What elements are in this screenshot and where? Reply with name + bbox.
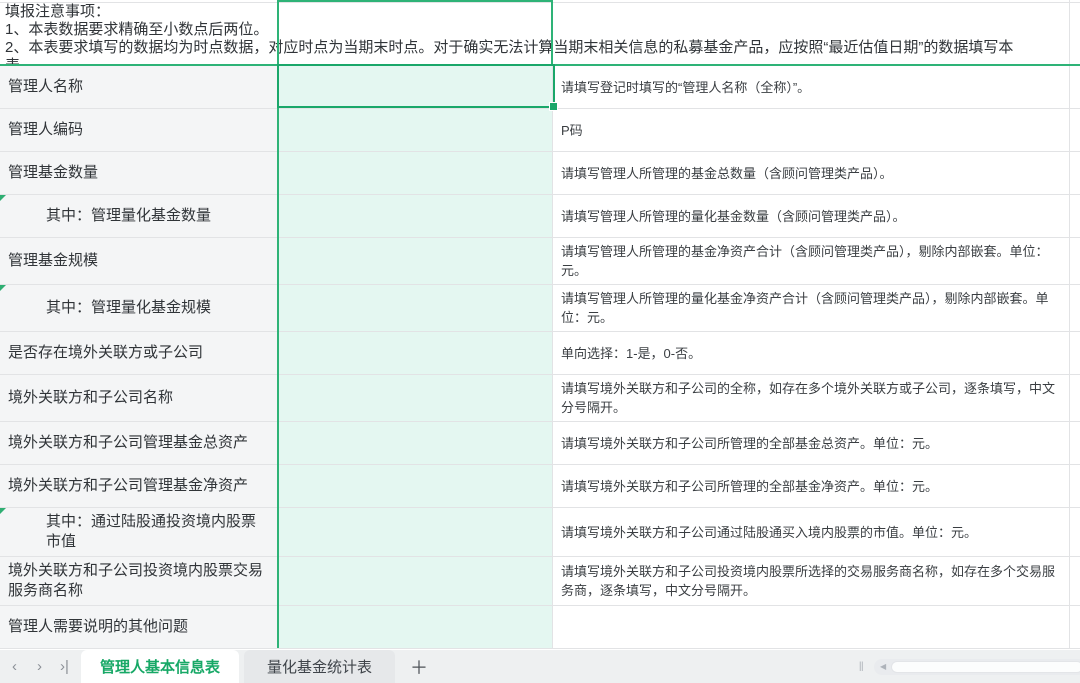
scrollbar-area: ‖ ◀ bbox=[859, 650, 1080, 683]
active-cell-border[interactable] bbox=[277, 64, 555, 108]
notes-line: 1、本表数据要求精确至小数点后两位。 bbox=[5, 21, 1080, 39]
overflow-cell bbox=[1070, 557, 1080, 605]
table-row: 境外关联方和子公司名称 请填写境外关联方和子公司的全称，如存在多个境外关联方或子公… bbox=[0, 375, 1080, 422]
sheet-tab-bar: ‹ › ›| 管理人基本信息表 量化基金统计表 ＋ ‖ ◀ bbox=[0, 650, 1080, 683]
notes-line: 2、本表要求填写的数据均为时点数据，对应时点为当期末时点。对于确实无法计算当期末… bbox=[5, 39, 1080, 57]
table-row: 管理基金规模 请填写管理人所管理的基金净资产合计（含顾问管理类产品），剔除内部嵌套… bbox=[0, 238, 1080, 285]
desc-cell[interactable]: 请填写管理人所管理的基金总数量（含顾问管理类产品）。 bbox=[553, 152, 1070, 194]
table-row: 其中：管理量化基金数量 请填写管理人所管理的量化基金数量（含顾问管理类产品）。 bbox=[0, 195, 1080, 238]
desc-cell[interactable]: 请填写管理人所管理的基金净资产合计（含顾问管理类产品），剔除内部嵌套。单位：元。 bbox=[553, 238, 1070, 284]
sheet-nav: ‹ › ›| bbox=[0, 650, 81, 683]
value-cell[interactable] bbox=[278, 465, 553, 507]
value-cell[interactable] bbox=[278, 152, 553, 194]
label-cell[interactable]: 其中：通过陆股通投资境内股票市值 bbox=[0, 508, 278, 556]
value-cell[interactable] bbox=[278, 422, 553, 464]
desc-cell[interactable]: 请填写登记时填写的“管理人名称（全称）”。 bbox=[553, 66, 1070, 108]
table-row: 境外关联方和子公司管理基金总资产 请填写境外关联方和子公司所管理的全部基金总资产。… bbox=[0, 422, 1080, 465]
sheet-grid: 填报注意事项：1、本表数据要求精确至小数点后两位。2、本表要求填写的数据均为时点… bbox=[0, 0, 1080, 650]
label-cell[interactable]: 管理人编码 bbox=[0, 109, 278, 151]
column-gridline bbox=[1069, 0, 1070, 66]
overflow-cell bbox=[1070, 375, 1080, 421]
value-cell[interactable] bbox=[278, 238, 553, 284]
overflow-cell bbox=[1070, 465, 1080, 507]
horizontal-scrollbar[interactable]: ◀ bbox=[874, 659, 1080, 675]
scroll-left-icon[interactable]: ◀ bbox=[880, 662, 886, 671]
corner-marker-icon bbox=[0, 285, 6, 291]
tab-resizer-icon[interactable]: ‖ bbox=[859, 659, 865, 674]
overflow-cell bbox=[1070, 285, 1080, 331]
corner-marker-icon bbox=[0, 195, 6, 201]
label-cell[interactable]: 境外关联方和子公司管理基金净资产 bbox=[0, 465, 278, 507]
value-cell[interactable] bbox=[278, 375, 553, 421]
label-cell[interactable]: 管理人需要说明的其他问题 bbox=[0, 606, 278, 648]
table-row: 其中：管理量化基金规模 请填写管理人所管理的量化基金净资产合计（含顾问管理类产品）… bbox=[0, 285, 1080, 332]
tab-manager-basic-info[interactable]: 管理人基本信息表 bbox=[81, 650, 239, 683]
table-rows: 管理人名称请填写登记时填写的“管理人名称（全称）”。管理人编码P码管理基金数量请… bbox=[0, 66, 1080, 649]
add-sheet-icon[interactable]: ＋ bbox=[395, 650, 443, 683]
value-cell[interactable] bbox=[278, 557, 553, 605]
table-row: 境外关联方和子公司管理基金净资产 请填写境外关联方和子公司所管理的全部基金净资产。… bbox=[0, 465, 1080, 508]
overflow-cell bbox=[1070, 109, 1080, 151]
corner-marker-icon bbox=[0, 508, 6, 514]
label-cell[interactable]: 管理基金数量 bbox=[0, 152, 278, 194]
scrollbar-thumb[interactable] bbox=[891, 661, 1080, 673]
value-cell[interactable] bbox=[278, 109, 553, 151]
label-cell[interactable]: 是否存在境外关联方或子公司 bbox=[0, 332, 278, 374]
selection-outline-right bbox=[551, 0, 553, 66]
desc-cell[interactable]: 请填写境外关联方和子公司的全称，如存在多个境外关联方或子公司，逐条填写，中文分号… bbox=[553, 375, 1070, 421]
label-cell[interactable]: 管理人名称 bbox=[0, 66, 278, 108]
table-row: 是否存在境外关联方或子公司 单向选择：1-是，0-否。 bbox=[0, 332, 1080, 375]
table-row: 境外关联方和子公司投资境内股票交易服务商名称 请填写境外关联方和子公司投资境内股票… bbox=[0, 557, 1080, 606]
value-cell[interactable] bbox=[278, 195, 553, 237]
label-cell[interactable]: 境外关联方和子公司投资境内股票交易服务商名称 bbox=[0, 557, 278, 605]
desc-cell[interactable] bbox=[553, 606, 1070, 648]
value-cell[interactable] bbox=[278, 606, 553, 648]
overflow-cell bbox=[1070, 238, 1080, 284]
desc-cell[interactable]: 请填写管理人所管理的量化基金数量（含顾问管理类产品）。 bbox=[553, 195, 1070, 237]
notes-cell[interactable]: 填报注意事项：1、本表数据要求精确至小数点后两位。2、本表要求填写的数据均为时点… bbox=[0, 0, 1080, 66]
table-row: 管理人编码 P码 bbox=[0, 109, 1080, 152]
overflow-cell bbox=[1070, 606, 1080, 648]
overflow-cell bbox=[1070, 152, 1080, 194]
overflow-cell bbox=[1070, 508, 1080, 556]
row-gridline bbox=[0, 2, 1080, 3]
prev-sheet-icon[interactable]: ‹ bbox=[2, 650, 27, 683]
table-row: 其中：通过陆股通投资境内股票市值 请填写境外关联方和子公司通过陆股通买入境内股票的… bbox=[0, 508, 1080, 557]
value-cell[interactable] bbox=[278, 285, 553, 331]
overflow-cell bbox=[1070, 195, 1080, 237]
next-sheet-icon[interactable]: › bbox=[27, 650, 52, 683]
last-sheet-icon[interactable]: ›| bbox=[52, 650, 77, 683]
label-cell[interactable]: 境外关联方和子公司名称 bbox=[0, 375, 278, 421]
table-row: 管理人需要说明的其他问题 bbox=[0, 606, 1080, 649]
value-cell[interactable] bbox=[278, 508, 553, 556]
overflow-cell bbox=[1070, 422, 1080, 464]
selection-outline-top bbox=[277, 0, 553, 2]
tab-quant-fund-stats[interactable]: 量化基金统计表 bbox=[244, 650, 395, 683]
value-cell[interactable] bbox=[278, 332, 553, 374]
fill-handle[interactable] bbox=[549, 102, 558, 111]
desc-cell[interactable]: 请填写境外关联方和子公司通过陆股通买入境内股票的市值。单位：元。 bbox=[553, 508, 1070, 556]
desc-cell[interactable]: 请填写境外关联方和子公司投资境内股票所选择的交易服务商名称，如存在多个交易服务商… bbox=[553, 557, 1070, 605]
label-cell[interactable]: 其中：管理量化基金数量 bbox=[0, 195, 278, 237]
label-cell[interactable]: 其中：管理量化基金规模 bbox=[0, 285, 278, 331]
label-cell[interactable]: 管理基金规模 bbox=[0, 238, 278, 284]
table-row: 管理基金数量 请填写管理人所管理的基金总数量（含顾问管理类产品）。 bbox=[0, 152, 1080, 195]
desc-cell[interactable]: P码 bbox=[553, 109, 1070, 151]
notes-line: 填报注意事项： bbox=[5, 3, 1080, 21]
overflow-cell bbox=[1070, 332, 1080, 374]
desc-cell[interactable]: 单向选择：1-是，0-否。 bbox=[553, 332, 1070, 374]
desc-cell[interactable]: 请填写境外关联方和子公司所管理的全部基金净资产。单位：元。 bbox=[553, 465, 1070, 507]
overflow-cell bbox=[1070, 66, 1080, 108]
desc-cell[interactable]: 请填写境外关联方和子公司所管理的全部基金总资产。单位：元。 bbox=[553, 422, 1070, 464]
desc-cell[interactable]: 请填写管理人所管理的量化基金净资产合计（含顾问管理类产品），剔除内部嵌套。单位：… bbox=[553, 285, 1070, 331]
label-cell[interactable]: 境外关联方和子公司管理基金总资产 bbox=[0, 422, 278, 464]
